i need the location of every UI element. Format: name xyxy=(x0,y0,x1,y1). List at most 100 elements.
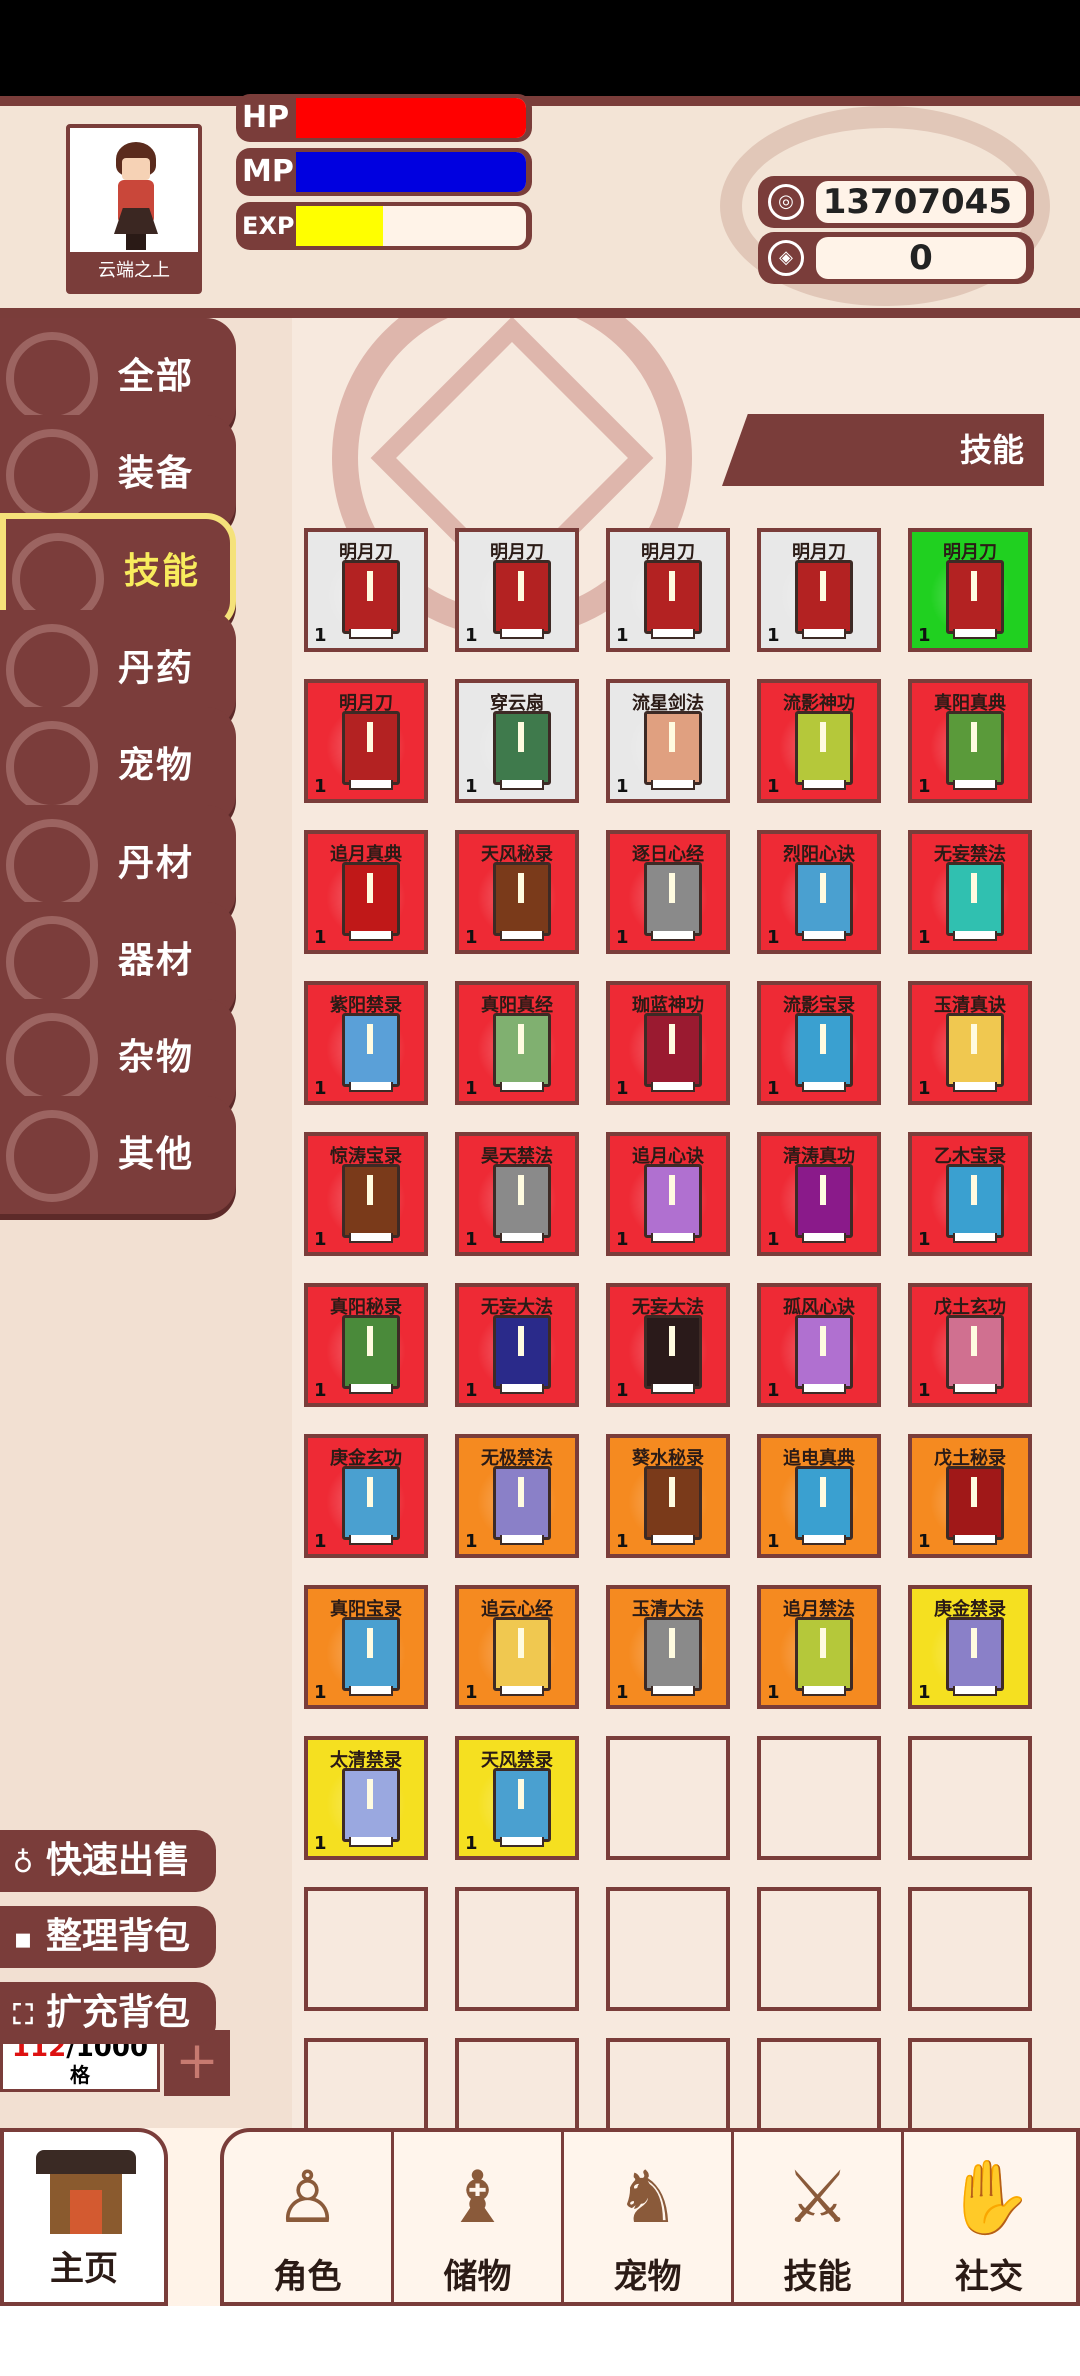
item-quantity: 1 xyxy=(465,1531,478,1552)
skill-book-slot[interactable]: 无妄大法 1 xyxy=(606,1283,730,1407)
gem-value: 0 xyxy=(816,237,1026,279)
item-name: 真阳宝录 xyxy=(330,1599,402,1620)
action-label: 快速出售 xyxy=(46,1840,191,1881)
item-name: 太清禁录 xyxy=(330,1750,402,1771)
skill-book-slot[interactable]: 无极禁法 1 xyxy=(455,1434,579,1558)
skill-book-slot[interactable]: 无妄大法 1 xyxy=(455,1283,579,1407)
skill-book-slot[interactable]: 追电真典 1 xyxy=(757,1434,881,1558)
skill-book-slot[interactable]: 珈蓝神功 1 xyxy=(606,981,730,1105)
empty-slot[interactable] xyxy=(757,2038,881,2128)
action-button[interactable]: ⛶ 扩充背包 xyxy=(0,1982,216,2044)
skill-book-slot[interactable]: 孤风心诀 1 xyxy=(757,1283,881,1407)
empty-slot[interactable] xyxy=(606,2038,730,2128)
empty-slot[interactable] xyxy=(455,2038,579,2128)
gem-icon: ◈ xyxy=(768,240,804,276)
item-quantity: 1 xyxy=(616,1380,629,1401)
skill-book-slot[interactable]: 追月心诀 1 xyxy=(606,1132,730,1256)
category-label: 技能 xyxy=(124,550,201,592)
empty-slot[interactable] xyxy=(606,1736,730,1860)
skill-book-slot[interactable]: 追云心经 1 xyxy=(455,1585,579,1709)
skill-book-slot[interactable]: 追月禁法 1 xyxy=(757,1585,881,1709)
bottom-navigation: 主页 ♙ 角色 ♝ 储物 ♞ 宠物 ⚔ 技能 ✋ 社交 xyxy=(0,2128,1080,2310)
empty-slot[interactable] xyxy=(304,1887,428,2011)
nav-tab[interactable]: ♙ 角色 xyxy=(224,2132,394,2310)
skill-book-slot[interactable]: 追月真典 1 xyxy=(304,830,428,954)
item-name: 追电真典 xyxy=(783,1448,855,1469)
nav-home[interactable]: 主页 xyxy=(0,2128,168,2306)
skill-book-slot[interactable]: 真阳宝录 1 xyxy=(304,1585,428,1709)
category-tab[interactable]: 其他 xyxy=(0,1096,236,1215)
item-name: 真阳真典 xyxy=(934,693,1006,714)
item-quantity: 1 xyxy=(314,1229,327,1250)
item-quantity: 1 xyxy=(465,927,478,948)
skill-book-slot[interactable]: 乙木宝录 1 xyxy=(908,1132,1032,1256)
skill-book-icon xyxy=(946,1466,1004,1545)
skill-book-slot[interactable]: 流影神功 1 xyxy=(757,679,881,803)
empty-slot[interactable] xyxy=(304,2038,428,2128)
skill-book-slot[interactable]: 流星剑法 1 xyxy=(606,679,730,803)
empty-slot[interactable] xyxy=(908,1887,1032,2011)
item-name: 明月刀 xyxy=(792,542,846,563)
skill-book-slot[interactable]: 明月刀 1 xyxy=(304,528,428,652)
empty-slot[interactable] xyxy=(908,1736,1032,1860)
skill-book-slot[interactable]: 真阳秘录 1 xyxy=(304,1283,428,1407)
item-name: 玉清大法 xyxy=(632,1599,704,1620)
exp-label: EXP xyxy=(242,212,295,240)
skill-book-slot[interactable]: 明月刀 1 xyxy=(455,528,579,652)
item-name: 戊土玄功 xyxy=(934,1297,1006,1318)
skill-book-slot[interactable]: 明月刀 1 xyxy=(606,528,730,652)
nav-tab[interactable]: ✋ 社交 xyxy=(904,2132,1074,2310)
empty-slot[interactable] xyxy=(455,1887,579,2011)
hp-label: HP xyxy=(242,100,290,135)
empty-slot[interactable] xyxy=(757,1887,881,2011)
skill-book-slot[interactable]: 真阳真典 1 xyxy=(908,679,1032,803)
action-button[interactable]: ▪ 整理背包 xyxy=(0,1906,216,1968)
skill-book-slot[interactable]: 天风禁录 1 xyxy=(455,1736,579,1860)
item-name: 惊涛宝录 xyxy=(330,1146,402,1167)
item-quantity: 1 xyxy=(314,625,327,646)
skill-book-slot[interactable]: 明月刀 1 xyxy=(757,528,881,652)
nav-tab[interactable]: ♝ 储物 xyxy=(394,2132,564,2310)
item-quantity: 1 xyxy=(767,1229,780,1250)
skill-book-slot[interactable]: 逐日心经 1 xyxy=(606,830,730,954)
skill-book-slot[interactable]: 真阳真经 1 xyxy=(455,981,579,1105)
skill-book-slot[interactable]: 庚金禁录 1 xyxy=(908,1585,1032,1709)
item-name: 追月真典 xyxy=(330,844,402,865)
skill-book-slot[interactable]: 明月刀 1 xyxy=(908,528,1032,652)
category-emblem-icon xyxy=(6,818,98,911)
skill-book-slot[interactable]: 昊天禁法 1 xyxy=(455,1132,579,1256)
nav-tab[interactable]: ♞ 宠物 xyxy=(564,2132,734,2310)
skill-book-slot[interactable]: 明月刀 1 xyxy=(304,679,428,803)
item-name: 追云心经 xyxy=(481,1599,553,1620)
item-quantity: 1 xyxy=(918,1531,931,1552)
skill-book-slot[interactable]: 庚金玄功 1 xyxy=(304,1434,428,1558)
player-avatar[interactable]: 云端之上 xyxy=(66,124,202,294)
hp-fill xyxy=(296,98,526,138)
empty-slot[interactable] xyxy=(908,2038,1032,2128)
skill-book-slot[interactable]: 太清禁录 1 xyxy=(304,1736,428,1860)
skill-book-slot[interactable]: 清涛真功 1 xyxy=(757,1132,881,1256)
category-emblem-icon xyxy=(6,915,98,1008)
skill-book-slot[interactable]: 戊土玄功 1 xyxy=(908,1283,1032,1407)
system-nav-area xyxy=(0,2306,1080,2376)
skill-book-slot[interactable]: 葵水秘录 1 xyxy=(606,1434,730,1558)
skill-book-slot[interactable]: 玉清大法 1 xyxy=(606,1585,730,1709)
skill-book-slot[interactable]: 天风秘录 1 xyxy=(455,830,579,954)
skill-book-icon xyxy=(342,1315,400,1394)
skill-book-slot[interactable]: 无妄禁法 1 xyxy=(908,830,1032,954)
skill-book-slot[interactable]: 穿云扇 1 xyxy=(455,679,579,803)
skill-book-slot[interactable]: 戊土秘录 1 xyxy=(908,1434,1032,1558)
skill-book-slot[interactable]: 烈阳心诀 1 xyxy=(757,830,881,954)
skill-book-slot[interactable]: 紫阳禁录 1 xyxy=(304,981,428,1105)
item-name: 天风禁录 xyxy=(481,1750,553,1771)
skill-book-slot[interactable]: 惊涛宝录 1 xyxy=(304,1132,428,1256)
empty-slot[interactable] xyxy=(757,1736,881,1860)
skill-book-slot[interactable]: 流影宝录 1 xyxy=(757,981,881,1105)
item-quantity: 1 xyxy=(314,776,327,797)
nav-tab[interactable]: ⚔ 技能 xyxy=(734,2132,904,2310)
sword-icon: ⚔ xyxy=(785,2155,850,2239)
nav-home-label: 主页 xyxy=(50,2249,118,2289)
empty-slot[interactable] xyxy=(606,1887,730,2011)
action-button[interactable]: ♁ 快速出售 xyxy=(0,1830,216,1892)
skill-book-slot[interactable]: 玉清真诀 1 xyxy=(908,981,1032,1105)
